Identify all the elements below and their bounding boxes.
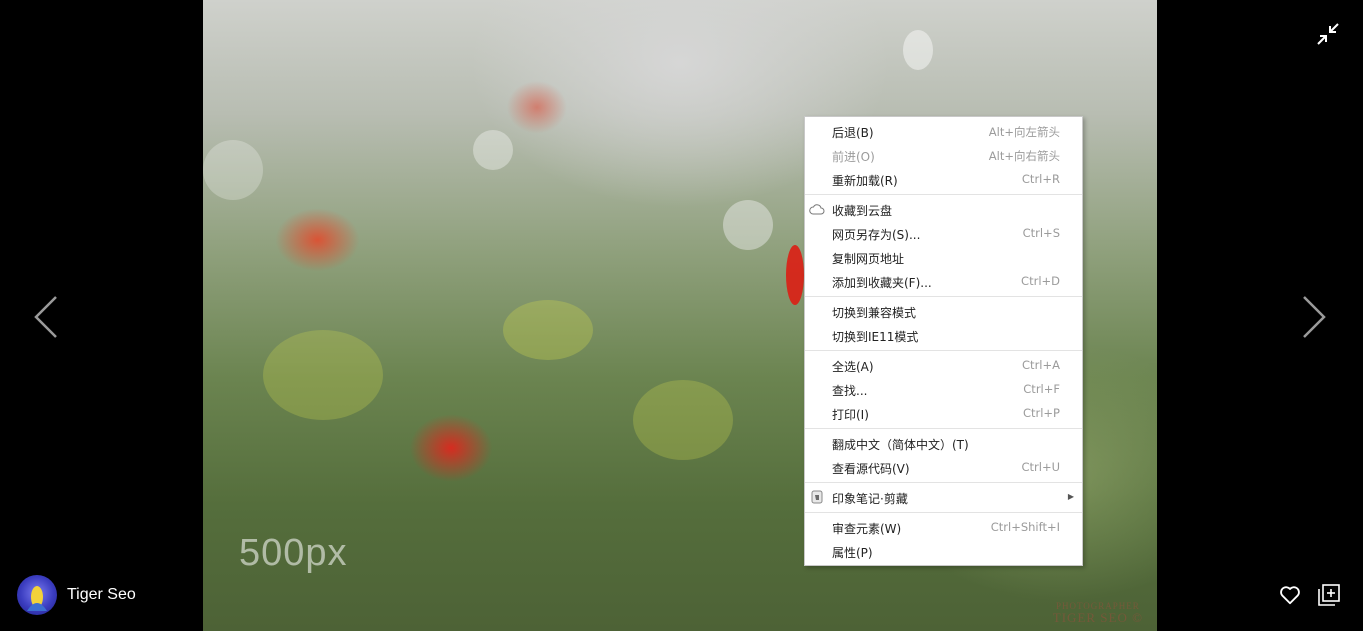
menu-separator bbox=[805, 194, 1082, 195]
menu-item-compat-mode[interactable]: 切换到兼容模式 bbox=[805, 299, 1082, 323]
author-name[interactable]: Tiger Seo bbox=[67, 586, 136, 604]
menu-item-label: 后退(B) bbox=[832, 126, 874, 140]
menu-item-translate[interactable]: 翻成中文（简体中文）(T) bbox=[805, 431, 1082, 455]
menu-item-save-page-as[interactable]: 网页另存为(S)... Ctrl+S bbox=[805, 221, 1082, 245]
menu-separator bbox=[805, 512, 1082, 513]
add-to-collection-icon bbox=[1318, 584, 1340, 606]
add-to-collection-button[interactable] bbox=[1318, 584, 1340, 606]
menu-item-forward[interactable]: 前进(O) Alt+向右箭头 bbox=[805, 143, 1082, 167]
menu-item-reload[interactable]: 重新加载(R) Ctrl+R bbox=[805, 167, 1082, 191]
500px-watermark: 500px bbox=[239, 532, 348, 574]
menu-item-label: 复制网页地址 bbox=[832, 252, 905, 266]
context-menu: 后退(B) Alt+向左箭头 前进(O) Alt+向右箭头 重新加载(R) Ct… bbox=[804, 116, 1083, 566]
menu-item-inspect[interactable]: 审查元素(W) Ctrl+Shift+I bbox=[805, 515, 1082, 539]
cloud-icon bbox=[809, 202, 825, 216]
menu-item-label: 查看源代码(V) bbox=[832, 462, 910, 476]
collapse-arrows-icon bbox=[1317, 23, 1339, 45]
photographer-watermark: PHOTOGRAPHER TIGER SEO © bbox=[1052, 601, 1143, 626]
evernote-icon bbox=[809, 490, 825, 504]
menu-item-back[interactable]: 后退(B) Alt+向左箭头 bbox=[805, 119, 1082, 143]
menu-separator bbox=[805, 482, 1082, 483]
menu-item-label: 属性(P) bbox=[832, 546, 873, 560]
menu-item-label: 审查元素(W) bbox=[832, 522, 902, 536]
menu-separator bbox=[805, 296, 1082, 297]
menu-item-ie11-mode[interactable]: 切换到IE11模式 bbox=[805, 323, 1082, 347]
menu-item-evernote-clip[interactable]: 印象笔记·剪藏 ▶ bbox=[805, 485, 1082, 509]
menu-item-label: 重新加载(R) bbox=[832, 174, 898, 188]
menu-item-shortcut: Ctrl+U bbox=[1021, 460, 1060, 474]
menu-item-find[interactable]: 查找... Ctrl+F bbox=[805, 377, 1082, 401]
heart-icon bbox=[1280, 586, 1300, 605]
menu-item-save-to-cloud[interactable]: 收藏到云盘 bbox=[805, 197, 1082, 221]
menu-item-shortcut: Alt+向右箭头 bbox=[988, 149, 1060, 163]
menu-item-shortcut: Ctrl+P bbox=[1022, 406, 1060, 420]
menu-separator bbox=[805, 350, 1082, 351]
menu-item-shortcut: Ctrl+Shift+I bbox=[990, 520, 1060, 534]
menu-item-label: 切换到IE11模式 bbox=[832, 330, 919, 344]
menu-item-label: 印象笔记·剪藏 bbox=[832, 492, 908, 506]
menu-item-view-source[interactable]: 查看源代码(V) Ctrl+U bbox=[805, 455, 1082, 479]
menu-item-shortcut: Ctrl+R bbox=[1021, 172, 1060, 186]
menu-item-label: 切换到兼容模式 bbox=[832, 306, 917, 320]
menu-item-print[interactable]: 打印(I) Ctrl+P bbox=[805, 401, 1082, 425]
next-photo-button[interactable] bbox=[1298, 295, 1328, 339]
menu-item-label: 收藏到云盘 bbox=[832, 204, 893, 218]
menu-item-label: 翻成中文（简体中文）(T) bbox=[832, 438, 969, 452]
menu-item-shortcut: Ctrl+D bbox=[1021, 274, 1060, 288]
exit-fullscreen-button[interactable] bbox=[1316, 22, 1340, 46]
menu-item-select-all[interactable]: 全选(A) Ctrl+A bbox=[805, 353, 1082, 377]
author-info[interactable]: Tiger Seo bbox=[17, 575, 136, 615]
avatar-image bbox=[27, 586, 47, 611]
menu-item-label: 全选(A) bbox=[832, 360, 874, 374]
submenu-arrow-icon: ▶ bbox=[1067, 492, 1074, 501]
menu-item-shortcut: Alt+向左箭头 bbox=[988, 125, 1060, 139]
like-button[interactable] bbox=[1279, 584, 1301, 606]
chevron-left-icon bbox=[34, 296, 57, 338]
avatar[interactable] bbox=[17, 575, 57, 615]
chevron-right-icon bbox=[1303, 296, 1326, 338]
menu-item-add-favorite[interactable]: 添加到收藏夹(F)... Ctrl+D bbox=[805, 269, 1082, 293]
menu-item-label: 查找... bbox=[832, 384, 868, 398]
menu-item-label: 添加到收藏夹(F)... bbox=[832, 276, 932, 290]
menu-item-copy-url[interactable]: 复制网页地址 bbox=[805, 245, 1082, 269]
menu-item-shortcut: Ctrl+S bbox=[1022, 226, 1060, 240]
menu-separator bbox=[805, 428, 1082, 429]
previous-photo-button[interactable] bbox=[32, 295, 62, 339]
menu-item-label: 网页另存为(S)... bbox=[832, 228, 921, 242]
menu-item-shortcut: Ctrl+A bbox=[1022, 358, 1060, 372]
menu-item-properties[interactable]: 属性(P) bbox=[805, 539, 1082, 563]
menu-item-label: 打印(I) bbox=[832, 408, 869, 422]
menu-item-label: 前进(O) bbox=[832, 150, 875, 164]
menu-item-shortcut: Ctrl+F bbox=[1023, 382, 1060, 396]
watermark-line-2: TIGER SEO © bbox=[1052, 610, 1143, 626]
